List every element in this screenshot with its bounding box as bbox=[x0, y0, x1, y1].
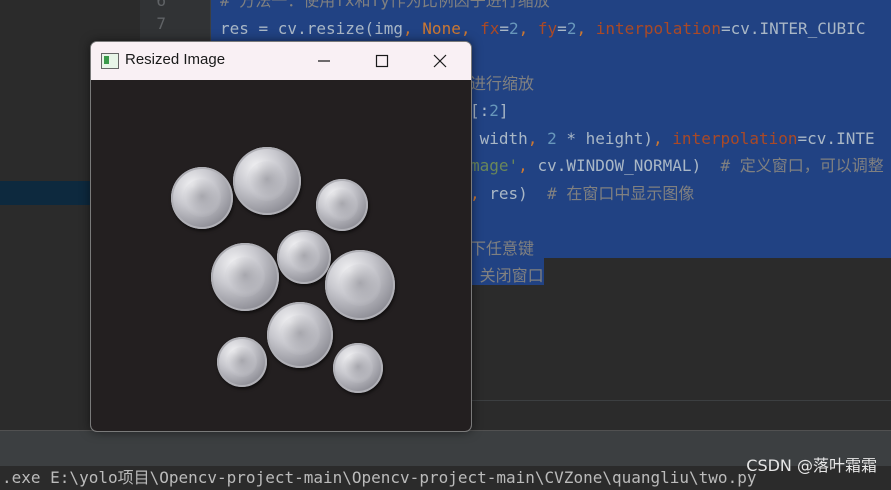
code-token: , bbox=[653, 128, 673, 148]
coins-image bbox=[91, 80, 471, 431]
coin bbox=[325, 250, 395, 320]
window-titlebar[interactable]: Resized Image bbox=[91, 42, 471, 80]
terminal-command-text: .exe E:\yolo项目\Opencv-project-main\Openc… bbox=[2, 468, 757, 487]
minimize-button[interactable] bbox=[295, 42, 353, 80]
code-token: [: bbox=[470, 101, 490, 120]
code-token: # 定义窗口，可以调整 bbox=[720, 156, 884, 175]
code-token: 下任意键 bbox=[470, 238, 535, 258]
code-token: , bbox=[518, 156, 538, 175]
code-token: ] bbox=[498, 101, 509, 120]
code-token: res) bbox=[489, 183, 548, 203]
coin bbox=[267, 302, 333, 368]
code-token: mage' bbox=[470, 156, 519, 175]
code-line: width, 2 * height), interpolation=cv.INT… bbox=[470, 125, 875, 152]
window-title: Resized Image bbox=[125, 51, 226, 68]
code-token: fx bbox=[480, 18, 500, 38]
code-token: res = cv.resize(img bbox=[220, 18, 404, 38]
code-token: width bbox=[470, 128, 528, 148]
code-token: 2 bbox=[566, 18, 577, 38]
code-line: 下任意键 bbox=[470, 235, 534, 262]
coin bbox=[211, 243, 279, 311]
coin bbox=[171, 167, 233, 229]
line-number: 7 bbox=[156, 14, 166, 33]
code-line: [:2] bbox=[470, 97, 509, 124]
code-line: mage', cv.WINDOW_NORMAL) # 定义窗口，可以调整 bbox=[470, 152, 884, 179]
maximize-icon bbox=[375, 54, 389, 68]
code-token: , bbox=[460, 18, 481, 38]
code-token: , bbox=[470, 183, 490, 203]
code-token: * height) bbox=[556, 128, 654, 148]
code-token: , bbox=[576, 18, 596, 38]
opencv-window-icon bbox=[101, 53, 119, 69]
code-token: cv.WINDOW_NORMAL) bbox=[537, 156, 721, 175]
code-token: # 在窗口中显示图像 bbox=[547, 183, 695, 203]
code-line: # 方法一：使用fx和fy作为比例因子进行缩放 bbox=[220, 0, 550, 14]
resized-image-window[interactable]: Resized Image bbox=[90, 41, 472, 432]
code-token: 进行缩放 bbox=[470, 73, 535, 93]
code-token: interpolation bbox=[672, 128, 798, 148]
coin bbox=[233, 147, 301, 215]
code-token: None bbox=[422, 18, 461, 38]
coin bbox=[277, 230, 331, 284]
maximize-button[interactable] bbox=[353, 42, 411, 80]
code-token: fy bbox=[537, 18, 558, 38]
code-line: 关闭窗口 bbox=[470, 262, 544, 289]
code-token: = bbox=[557, 18, 567, 38]
code-line: res = cv.resize(img, None, fx=2, fy=2, i… bbox=[220, 15, 865, 42]
code-token: # 方法一：使用fx和fy作为比例因子进行缩放 bbox=[220, 0, 550, 10]
coin bbox=[333, 343, 383, 393]
close-icon bbox=[433, 54, 447, 68]
code-line: , res) # 在窗口中显示图像 bbox=[470, 180, 694, 207]
code-token: = bbox=[499, 18, 509, 38]
minimize-icon bbox=[318, 60, 330, 62]
coin bbox=[316, 179, 368, 231]
code-token: , bbox=[527, 128, 548, 148]
code-token: 2 bbox=[547, 128, 557, 148]
code-token: interpolation bbox=[595, 18, 721, 38]
code-token: 2 bbox=[489, 101, 499, 120]
close-button[interactable] bbox=[411, 42, 469, 80]
code-line: 进行缩放 bbox=[470, 70, 534, 97]
watermark: CSDN @落叶霜霜 bbox=[746, 456, 877, 475]
coin bbox=[217, 337, 267, 387]
code-token: =cv.INTER_CUBIC bbox=[720, 18, 866, 38]
code-token: , bbox=[403, 18, 423, 38]
code-token: =cv.INTE bbox=[797, 128, 875, 148]
code-token: 2 bbox=[509, 18, 519, 38]
code-token: , bbox=[518, 18, 538, 38]
code-token: 关闭窗口 bbox=[470, 266, 544, 285]
